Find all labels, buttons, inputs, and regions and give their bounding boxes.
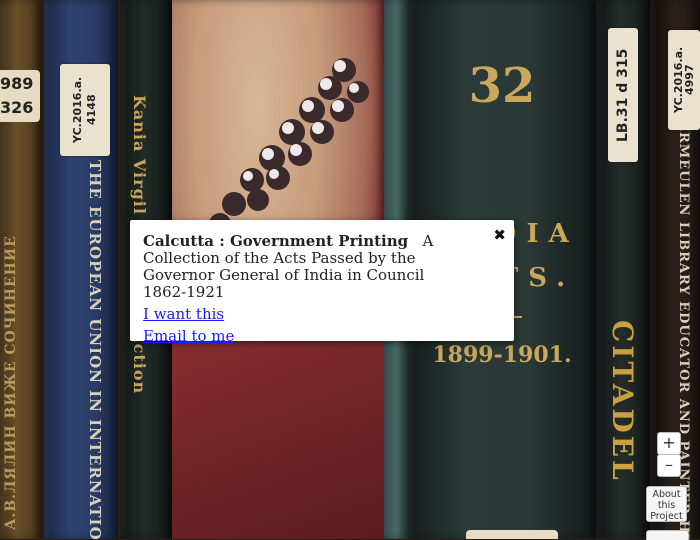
email-to-me-link[interactable]: Email to me: [143, 328, 486, 345]
zoom-in-button[interactable]: +: [657, 432, 681, 455]
popup-publisher: Calcutta : Government Printing: [143, 232, 409, 250]
book-info-popup: ✖ Calcutta : Government Printing A Colle…: [130, 220, 514, 345]
book-6-bottom-label: [466, 530, 558, 539]
book-7-call-number: LB.31 d 315: [615, 48, 631, 142]
book-1-spine-text: А.В.ЛЯЛИН ВИЖЕ СОЧИНЕНИЕ: [3, 235, 19, 530]
popup-content: Calcutta : Government Printing A Collect…: [143, 233, 486, 345]
book-8-label: YC.2016.a. 4997: [668, 30, 700, 130]
close-icon[interactable]: ✖: [493, 226, 506, 244]
book-2-label: YC.2016.a. 4148: [60, 64, 110, 156]
about-label-line-3: Project: [650, 511, 683, 522]
about-label-line-1: About: [652, 489, 681, 500]
popup-years: 1862-1921: [143, 283, 225, 301]
book-7-label: LB.31 d 315: [608, 28, 638, 162]
book-7-spine-text: CITADEL: [606, 320, 639, 483]
about-project-button[interactable]: About this Project: [646, 486, 687, 522]
book-2-spine-text: THE EUROPEAN UNION IN INTERNATIONAL ORGA…: [62, 160, 106, 539]
book-1-label: 989 326: [0, 70, 40, 122]
book-2-call-number: YC.2016.a. 4148: [71, 76, 98, 144]
about-label-line-2: this: [657, 500, 676, 511]
book-8-call-number: YC.2016.a. 4997: [672, 46, 696, 114]
book-6-years: 1899-1901.: [432, 342, 572, 368]
i-want-this-link[interactable]: I want this: [143, 306, 486, 323]
book-1-call-number: 989 326: [0, 74, 34, 117]
zoom-out-button[interactable]: –: [657, 454, 681, 477]
book-6-volume-number: 32: [468, 58, 536, 114]
